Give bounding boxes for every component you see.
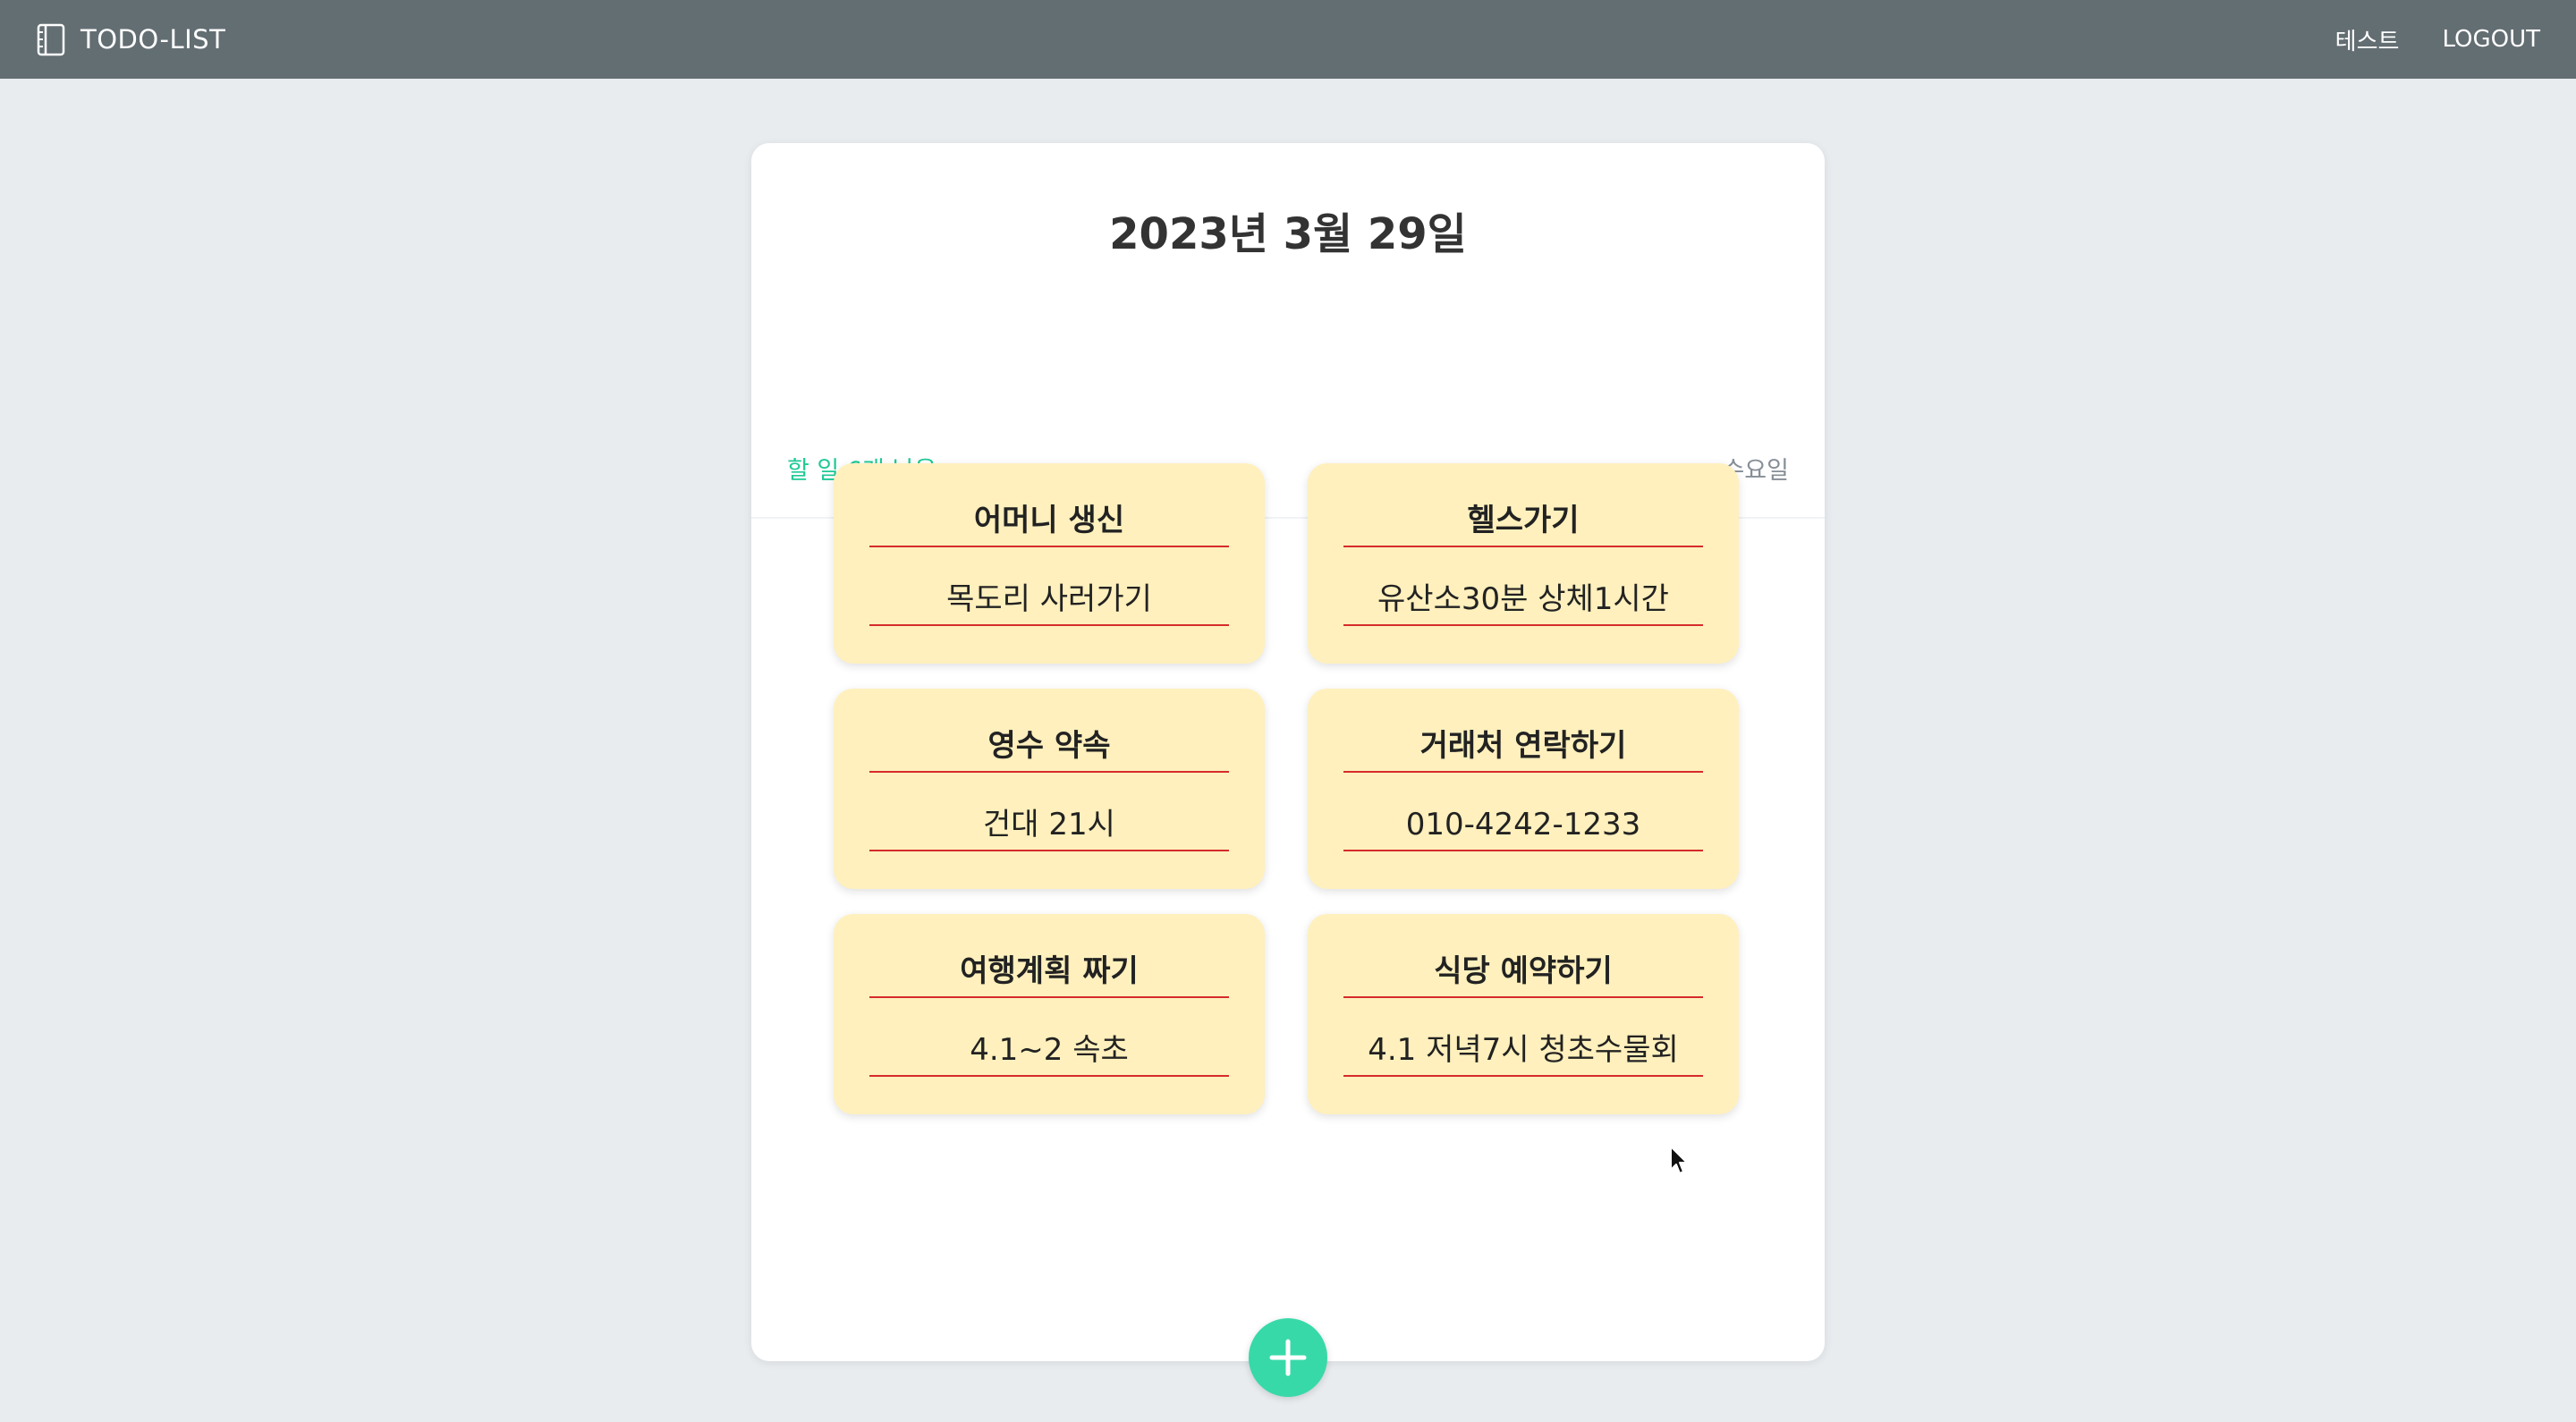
todo-description: 건대 21시: [869, 803, 1229, 851]
todo-title: 헬스가기: [1343, 499, 1703, 547]
todo-card[interactable]: 식당 예약하기 4.1 저녁7시 청초수물회: [1308, 914, 1739, 1114]
todo-description: 유산소30분 상체1시간: [1343, 578, 1703, 626]
todo-panel: 2023년 3월 29일 할 일 6개 남음 수요일 어머니 생신 목도리 사러…: [751, 143, 1825, 1361]
brand-label: TODO-LIST: [80, 24, 226, 55]
user-name-link[interactable]: 테스트: [2335, 23, 2400, 56]
brand[interactable]: TODO-LIST: [36, 0, 225, 79]
todo-card[interactable]: 어머니 생신 목도리 사러가기: [834, 463, 1265, 664]
todo-title: 어머니 생신: [869, 499, 1229, 547]
todo-card[interactable]: 영수 약속 건대 21시: [834, 689, 1265, 889]
add-todo-button[interactable]: [1249, 1318, 1327, 1397]
todo-title: 여행계획 짜기: [869, 950, 1229, 998]
logout-button[interactable]: LOGOUT: [2442, 26, 2540, 53]
todo-card[interactable]: 거래처 연락하기 010-4242-1233: [1308, 689, 1739, 889]
todo-title: 거래처 연락하기: [1343, 724, 1703, 773]
todo-card[interactable]: 여행계획 짜기 4.1~2 속초: [834, 914, 1265, 1114]
notebook-icon: [36, 21, 68, 57]
date-title: 2023년 3월 29일: [1109, 209, 1467, 259]
todo-card[interactable]: 헬스가기 유산소30분 상체1시간: [1308, 463, 1739, 664]
todo-title: 영수 약속: [869, 724, 1229, 773]
todo-description: 4.1 저녁7시 청초수물회: [1343, 1028, 1703, 1077]
nav-actions: 테스트 LOGOUT: [2335, 0, 2540, 79]
todo-description: 010-4242-1233: [1343, 803, 1703, 851]
todo-title: 식당 예약하기: [1343, 950, 1703, 998]
todo-description: 4.1~2 속초: [869, 1028, 1229, 1077]
todo-description: 목도리 사러가기: [869, 578, 1229, 626]
top-navbar: TODO-LIST 테스트 LOGOUT: [0, 0, 2576, 79]
mouse-pointer-icon: [1669, 1145, 1690, 1181]
